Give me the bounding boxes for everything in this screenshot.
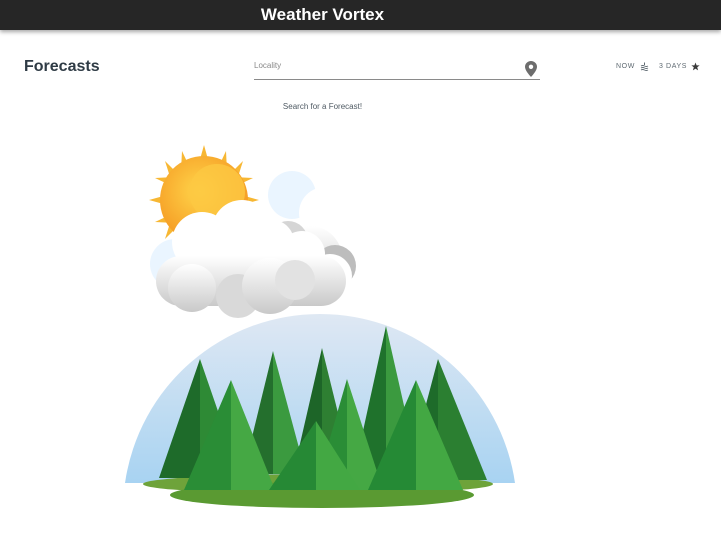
app-title: Weather Vortex (260, 5, 385, 24)
tab-3-days-label: 3 DAYS (659, 63, 687, 70)
waves-icon (640, 62, 649, 71)
star-icon (691, 62, 700, 71)
tab-now[interactable]: NOW (616, 62, 649, 74)
tab-now-label: NOW (616, 63, 635, 70)
page-title: Forecasts (24, 58, 100, 75)
tab-3-days[interactable]: 3 DAYS (659, 62, 701, 74)
location-pin-icon[interactable] (525, 61, 537, 77)
locality-input[interactable] (254, 57, 516, 73)
locality-search-field[interactable] (254, 57, 540, 80)
search-hint: Search for a Forecast! (282, 102, 363, 111)
weather-forest-illustration (125, 145, 515, 508)
app-bar: Weather Vortex (0, 0, 721, 30)
